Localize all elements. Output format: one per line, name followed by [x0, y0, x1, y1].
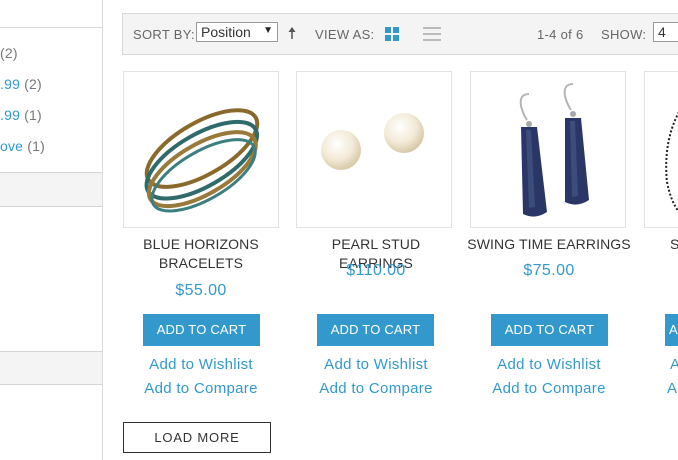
grid-view-icon[interactable]: [385, 27, 399, 41]
limiter-select[interactable]: 4: [653, 22, 678, 42]
add-to-cart-button[interactable]: ADD TO CART: [491, 314, 608, 346]
filter-option[interactable]: .99 (2): [0, 76, 42, 92]
filter-option-label: ove: [0, 138, 24, 154]
load-more-button[interactable]: LOAD MORE: [123, 422, 271, 453]
sort-by-select[interactable]: Position ▼: [196, 22, 278, 42]
add-to-wishlist-link[interactable]: Add to Wishlist: [466, 356, 632, 373]
layered-navigation-sidebar: (2) .99 (2) .99 (1) ove (1): [0, 0, 103, 460]
view-as-label: VIEW AS:: [315, 27, 375, 42]
filter-option-label: .99: [0, 107, 21, 123]
filter-option-count: (2): [24, 76, 42, 92]
list-view-icon[interactable]: [423, 27, 441, 41]
product-name-line: BLUE HORIZONS: [143, 236, 259, 252]
filter-section-header[interactable]: [0, 351, 102, 385]
product-image-swing-earrings[interactable]: [470, 71, 626, 228]
sidebar-divider: [0, 27, 102, 28]
sort-by-label: SORT BY:: [133, 27, 195, 42]
dropdown-arrow-icon: ▼: [263, 25, 273, 36]
add-to-compare-link[interactable]: Add to Compare: [296, 380, 456, 397]
add-to-compare-link[interactable]: A: [667, 380, 678, 397]
product-name[interactable]: S: [670, 235, 678, 254]
product-name[interactable]: BLUE HORIZONS BRACELETS: [123, 235, 279, 273]
add-to-cart-button[interactable]: ADD TO CART: [317, 314, 434, 346]
filter-option-count: (2): [0, 45, 18, 61]
show-label: SHOW:: [601, 27, 647, 42]
filter-option[interactable]: (2): [0, 45, 18, 61]
filter-section-header[interactable]: [0, 172, 102, 207]
sort-direction-icon[interactable]: [287, 24, 297, 42]
product-price: $75.00: [523, 262, 575, 279]
filter-option-count: (1): [24, 107, 42, 123]
products-toolbar: SORT BY: Position ▼ VIEW AS: 1-4 of 6 SH…: [122, 13, 678, 55]
filter-option-label: .99: [0, 76, 21, 92]
add-to-cart-button[interactable]: ADD TO CART: [143, 314, 260, 346]
sort-by-value: Position: [201, 24, 251, 40]
add-to-wishlist-link[interactable]: Add to Wishlist: [296, 356, 456, 373]
pager-range-text: 1-4 of 6: [537, 27, 584, 42]
filter-option[interactable]: .99 (1): [0, 107, 42, 123]
add-to-wishlist-link[interactable]: Add to Wishlist: [123, 356, 279, 373]
add-to-wishlist-link[interactable]: A: [670, 356, 678, 373]
add-to-compare-link[interactable]: Add to Compare: [123, 380, 279, 397]
add-to-cart-button[interactable]: A: [665, 314, 678, 346]
product-image-pearl-studs[interactable]: [296, 71, 452, 228]
filter-option-count: (1): [27, 138, 45, 154]
product-name-line: BRACELETS: [158, 255, 244, 271]
filter-option[interactable]: ove (1): [0, 138, 45, 154]
product-name[interactable]: SWING TIME EARRINGS: [466, 235, 632, 254]
product-image-bracelets[interactable]: [123, 71, 279, 228]
product-price: $55.00: [175, 282, 227, 299]
product-price: $110.00: [346, 262, 406, 279]
limiter-value: 4: [658, 24, 666, 40]
add-to-compare-link[interactable]: Add to Compare: [466, 380, 632, 397]
product-image-necklace[interactable]: [644, 71, 678, 228]
